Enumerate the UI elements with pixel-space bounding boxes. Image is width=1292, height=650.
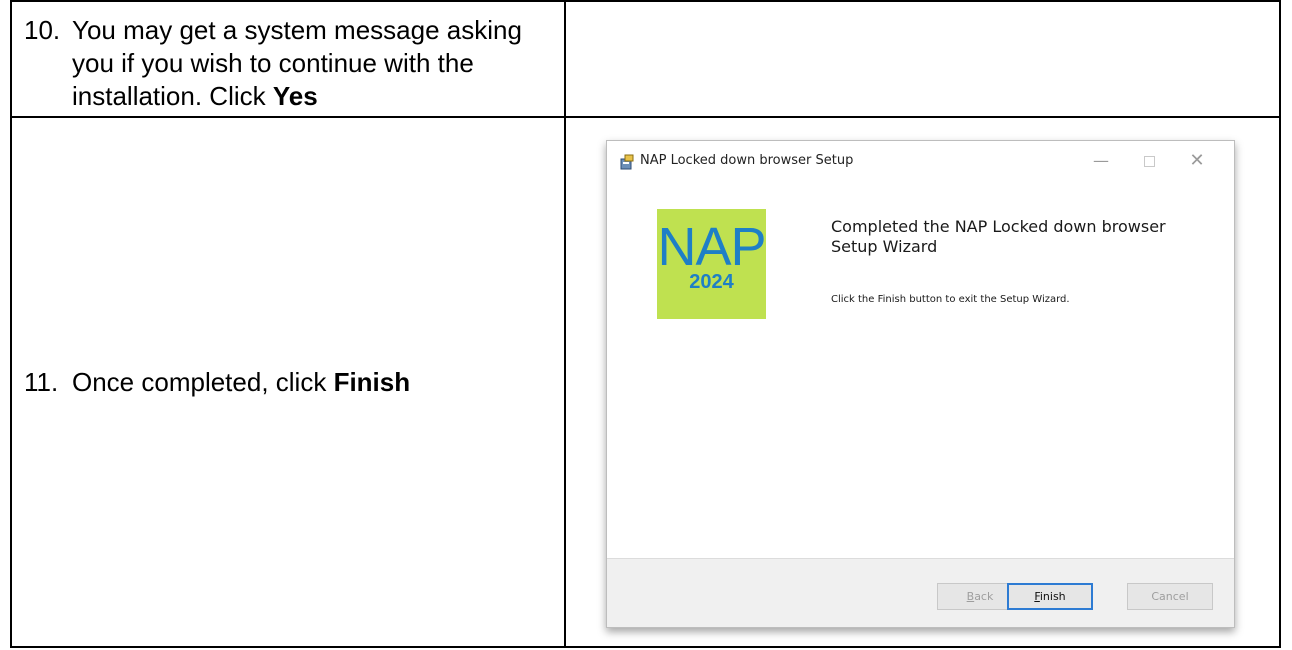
table-row: 10. You may get a system message asking …: [10, 0, 1281, 118]
installer-icon: [620, 154, 636, 170]
back-label: ack: [974, 590, 994, 603]
minimize-button[interactable]: —: [1087, 149, 1115, 173]
dialog-footer: Back Finish Cancel: [607, 558, 1234, 627]
image-cell-empty: [564, 0, 1281, 118]
step-11: 11. Once completed, click Finish: [12, 366, 564, 399]
completion-subtext: Click the Finish button to exit the Setu…: [831, 294, 1070, 305]
finish-button[interactable]: Finish: [1007, 583, 1093, 610]
finish-label: inish: [1039, 590, 1066, 603]
completion-heading: Completed the NAP Locked down browser Se…: [831, 217, 1166, 256]
step-number: 11.: [24, 366, 59, 397]
logo-text: NAP: [657, 217, 766, 277]
close-button[interactable]: ✕: [1183, 149, 1211, 173]
step-text: Once completed, click Finish: [72, 366, 544, 399]
step-text-bold: Yes: [272, 81, 318, 111]
step-cell: 11. Once completed, click Finish: [10, 116, 566, 648]
maximize-icon: [1143, 156, 1155, 167]
step-cell: 10. You may get a system message asking …: [10, 0, 566, 118]
setup-dialog-screenshot: NAP Locked down browser Setup — ✕ NAP 20…: [606, 140, 1235, 628]
dialog-titlebar: NAP Locked down browser Setup — ✕: [607, 141, 1234, 183]
cancel-button[interactable]: Cancel: [1127, 583, 1213, 610]
step-text: You may get a system message asking you …: [72, 14, 544, 113]
step-text-plain: Once completed, click: [72, 366, 334, 397]
step-number: 10.: [24, 15, 61, 45]
step-10: 10. You may get a system message asking …: [12, 2, 564, 113]
dialog-title: NAP Locked down browser Setup: [640, 153, 854, 168]
maximize-button[interactable]: [1135, 149, 1163, 173]
logo-year: 2024: [689, 271, 734, 293]
nap-logo: NAP 2024: [657, 209, 767, 319]
step-text-bold: Finish: [333, 366, 411, 397]
